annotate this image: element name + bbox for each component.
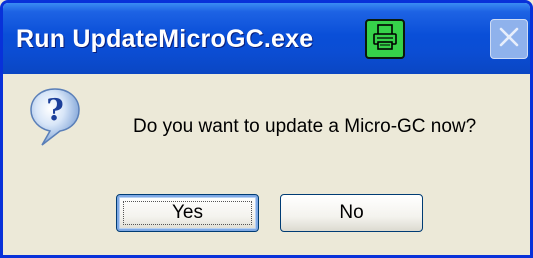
dialog-message: Do you want to update a Micro-GC now? [133, 116, 477, 137]
svg-text:?: ? [46, 93, 64, 128]
dialog-window: Run UpdateMicroGC.exe ? Do you want to u… [0, 0, 533, 258]
yes-button[interactable]: Yes [116, 194, 259, 232]
printer-button[interactable] [365, 19, 405, 59]
title-bar[interactable]: Run UpdateMicroGC.exe [3, 3, 530, 74]
close-icon [497, 25, 521, 54]
no-button[interactable]: No [280, 194, 423, 232]
window-title: Run UpdateMicroGC.exe [16, 25, 314, 53]
printer-icon [371, 23, 399, 56]
yes-button-label: Yes [172, 202, 203, 223]
no-button-label: No [339, 202, 364, 223]
question-icon: ? [28, 86, 82, 150]
dialog-content: ? Do you want to update a Micro-GC now? … [3, 74, 530, 255]
close-button[interactable] [490, 19, 528, 59]
